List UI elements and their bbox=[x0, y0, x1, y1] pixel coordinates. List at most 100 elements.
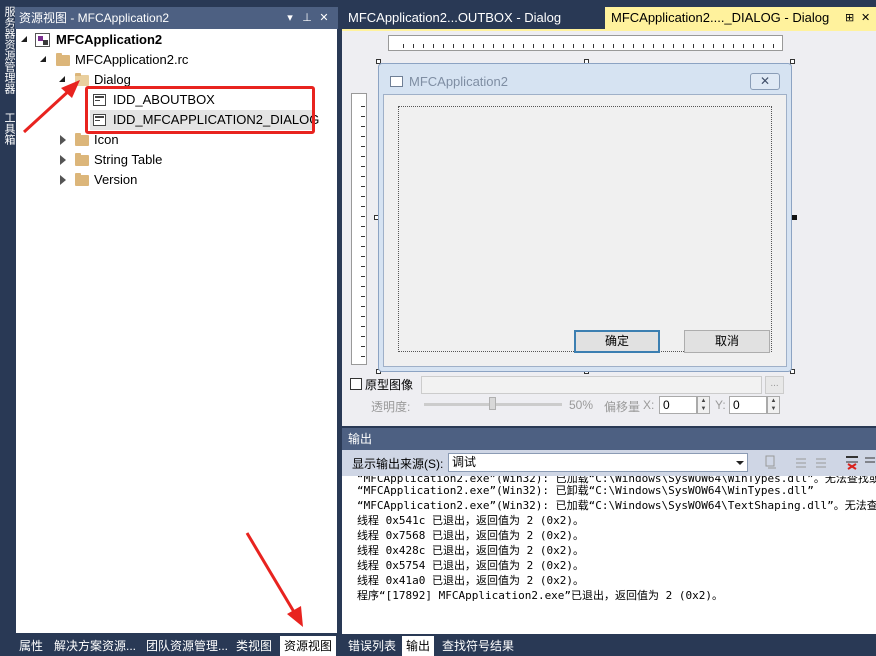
tree-node-project[interactable]: MFCApplication2 bbox=[16, 30, 336, 50]
output-source-label: 显示输出来源(S): bbox=[352, 457, 444, 471]
close-icon[interactable]: ✕ bbox=[317, 7, 331, 29]
opacity-slider-thumb[interactable] bbox=[489, 397, 496, 410]
ruler-tick bbox=[693, 44, 694, 48]
output-source-select[interactable]: 调试 bbox=[448, 453, 748, 472]
vertical-toolbar-strip: 服务器资源管理器 工具箱 bbox=[0, 0, 15, 656]
tree-node-string-table[interactable]: String Table bbox=[16, 150, 336, 170]
ruler-tick bbox=[553, 44, 554, 48]
resize-handle[interactable] bbox=[792, 215, 797, 220]
folder-icon bbox=[75, 133, 89, 146]
ruler-tick bbox=[503, 44, 504, 48]
resource-view-title: 资源视图 - MFCApplication2 bbox=[19, 11, 170, 25]
expand-icon[interactable] bbox=[60, 135, 66, 145]
ruler-tick bbox=[361, 206, 365, 207]
x-offset-input[interactable]: 0 bbox=[659, 396, 697, 414]
left-bottom-tabs: 属性 解决方案资源... 团队资源管理... 类视图 资源视图 bbox=[15, 636, 338, 656]
ruler-tick bbox=[613, 44, 614, 48]
ruler-tick bbox=[361, 326, 365, 327]
output-line: “MFCApplication2.exe”(Win32): 已加载“C:\Win… bbox=[357, 499, 876, 512]
toolbox-tab[interactable]: 工具箱 bbox=[1, 112, 15, 145]
tree-node-rc[interactable]: MFCApplication2.rc bbox=[16, 50, 336, 70]
tab-solution-explorer[interactable]: 解决方案资源... bbox=[50, 636, 140, 656]
ruler-tick bbox=[653, 44, 654, 48]
output-line: “MFCApplication2.exe”(Win32): 已卸载“C:\Win… bbox=[357, 484, 814, 497]
folder-icon bbox=[75, 173, 89, 186]
dialog-close-button[interactable]: ✕ bbox=[750, 73, 780, 90]
expand-icon[interactable] bbox=[60, 175, 66, 185]
folder-icon bbox=[75, 153, 89, 166]
output-line: 线程 0x428c 已退出，返回值为 2 (0x2)。 bbox=[357, 544, 584, 557]
collapse-icon[interactable] bbox=[40, 56, 46, 62]
resource-view-title-bar: 资源视图 - MFCApplication2 ▾ ⊥ ✕ bbox=[15, 7, 338, 29]
ruler-tick bbox=[361, 146, 365, 147]
browse-button[interactable]: ... bbox=[765, 376, 784, 394]
output-line: 线程 0x541c 已退出，返回值为 2 (0x2)。 bbox=[357, 514, 584, 527]
project-icon bbox=[35, 33, 50, 47]
tree-node-version[interactable]: Version bbox=[16, 170, 336, 190]
ruler-tick bbox=[361, 256, 365, 257]
opacity-label: 透明度: bbox=[371, 400, 411, 414]
cancel-button[interactable]: 取消 bbox=[684, 330, 770, 353]
ruler-tick bbox=[743, 44, 744, 48]
ruler-tick bbox=[643, 44, 644, 48]
ruler-tick bbox=[361, 296, 365, 297]
next-message-icon[interactable] bbox=[813, 454, 829, 470]
clear-all-icon[interactable] bbox=[844, 454, 860, 470]
collapse-icon[interactable] bbox=[21, 36, 27, 42]
ruler-tick bbox=[593, 44, 594, 48]
rc-label: MFCApplication2.rc bbox=[75, 52, 189, 67]
tab-resource-view[interactable]: 资源视图 bbox=[280, 636, 337, 656]
ruler-tick bbox=[443, 44, 444, 48]
doc-tab-label: MFCApplication2...._DIALOG - Dialog bbox=[611, 10, 830, 25]
tab-find-symbol-results[interactable]: 查找符号结果 bbox=[438, 636, 518, 656]
ruler-tick bbox=[763, 44, 764, 48]
prev-message-icon[interactable] bbox=[793, 454, 809, 470]
y-offset-input[interactable]: 0 bbox=[729, 396, 767, 414]
ruler-tick bbox=[361, 186, 365, 187]
vertical-ruler[interactable] bbox=[351, 93, 367, 365]
ruler-tick bbox=[361, 236, 365, 237]
server-explorer-tab[interactable]: 服务器资源管理器 bbox=[1, 6, 15, 94]
ruler-tick bbox=[361, 106, 365, 107]
pin-icon[interactable]: ⊥ bbox=[300, 7, 314, 29]
x-spin-buttons[interactable]: ▲ ▼ bbox=[697, 396, 710, 414]
goto-line-icon[interactable] bbox=[763, 454, 779, 470]
doc-tab-main-dialog[interactable]: MFCApplication2...._DIALOG - Dialog ⊞ ✕ bbox=[605, 7, 876, 29]
ruler-tick bbox=[361, 156, 365, 157]
proto-image-checkbox[interactable] bbox=[350, 378, 362, 390]
ruler-tick bbox=[753, 44, 754, 48]
pin-icon[interactable]: ⊞ bbox=[845, 7, 854, 29]
tab-properties[interactable]: 属性 bbox=[15, 636, 47, 656]
ruler-tick bbox=[361, 356, 365, 357]
doc-tab-aboutbox[interactable]: MFCApplication2...OUTBOX - Dialog bbox=[342, 7, 604, 29]
output-text[interactable]: “MFCApplication2.exe”(Win32): 已加载“C:\Win… bbox=[342, 476, 876, 634]
tab-team-explorer[interactable]: 团队资源管理... bbox=[142, 636, 232, 656]
horizontal-ruler[interactable] bbox=[388, 35, 783, 51]
dialog-title: MFCApplication2 bbox=[409, 74, 508, 89]
ruler-tick bbox=[723, 44, 724, 48]
ruler-tick bbox=[513, 44, 514, 48]
tab-error-list[interactable]: 错误列表 bbox=[344, 636, 400, 656]
tab-output[interactable]: 输出 bbox=[402, 636, 435, 656]
output-title-bar: 输出 bbox=[342, 428, 876, 450]
ruler-tick bbox=[433, 44, 434, 48]
dialog-margin-guide bbox=[398, 106, 772, 352]
tab-class-view[interactable]: 类视图 bbox=[232, 636, 276, 656]
opacity-value: 50% bbox=[569, 398, 594, 412]
ruler-tick bbox=[713, 44, 714, 48]
ok-button[interactable]: 确定 bbox=[574, 330, 660, 353]
collapse-icon[interactable] bbox=[59, 76, 65, 82]
proto-image-path[interactable] bbox=[421, 376, 762, 394]
close-icon[interactable]: ✕ bbox=[861, 7, 870, 29]
ruler-tick bbox=[473, 44, 474, 48]
ruler-tick bbox=[563, 44, 564, 48]
ruler-tick bbox=[361, 286, 365, 287]
ruler-tick bbox=[453, 44, 454, 48]
expand-icon[interactable] bbox=[60, 155, 66, 165]
open-folder-icon bbox=[75, 73, 89, 86]
y-spin-buttons[interactable]: ▲ ▼ bbox=[767, 396, 780, 414]
chevron-down-icon[interactable] bbox=[736, 461, 744, 465]
dropdown-icon[interactable]: ▾ bbox=[283, 7, 297, 29]
word-wrap-icon[interactable] bbox=[864, 454, 876, 470]
ruler-tick bbox=[703, 44, 704, 48]
